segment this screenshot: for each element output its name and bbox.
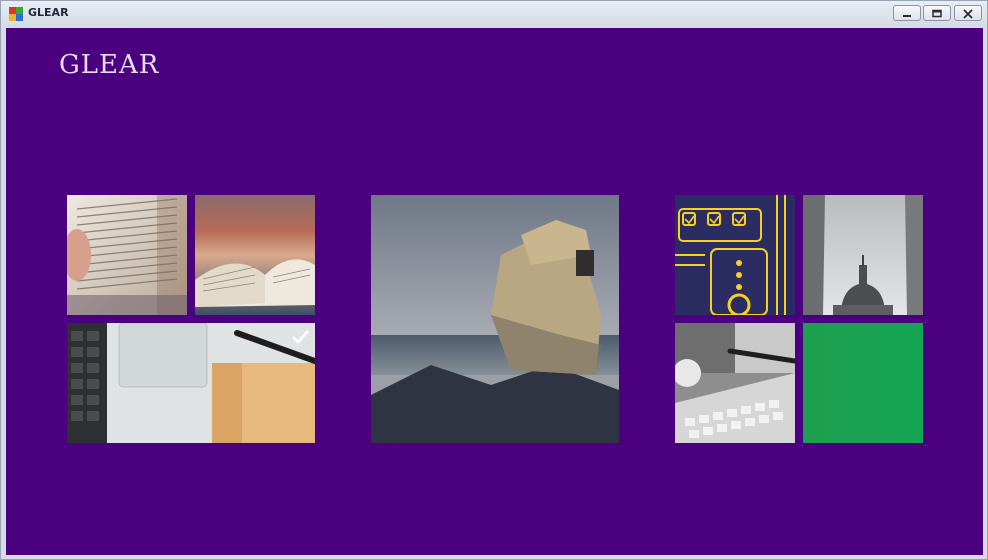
- tile-laptop-notebook[interactable]: [67, 323, 315, 443]
- main-panel: GLEAR: [6, 28, 983, 555]
- tile-ruined-tower-beach[interactable]: [371, 195, 619, 443]
- app-icon: [9, 7, 23, 21]
- open-book-closeup-image: [67, 195, 187, 315]
- tile-open-book-closeup[interactable]: [67, 195, 187, 315]
- close-icon: [963, 9, 973, 19]
- ruined-tower-beach-image: [371, 195, 619, 443]
- laptop-notebook-image: [67, 323, 315, 443]
- dome-skyline-image: [803, 195, 923, 315]
- window-title: GLEAR: [28, 6, 69, 19]
- tile-dome-skyline[interactable]: [803, 195, 923, 315]
- maximize-icon: [932, 9, 942, 18]
- close-button[interactable]: [954, 5, 982, 21]
- tile-open-book-table[interactable]: [195, 195, 315, 315]
- title-bar[interactable]: GLEAR: [1, 1, 987, 27]
- green-tile-fill: [803, 323, 923, 443]
- maximize-button[interactable]: [923, 5, 951, 21]
- security-illustration-image: [675, 195, 795, 315]
- keyboard-desk-image: [675, 323, 795, 443]
- tile-keyboard-desk[interactable]: [675, 323, 795, 443]
- minimize-button[interactable]: [893, 5, 921, 21]
- brand-title: GLEAR: [59, 50, 160, 80]
- tile-security-illustration[interactable]: [675, 195, 795, 315]
- tile-green[interactable]: [803, 323, 923, 443]
- app-window: GLEAR GLEAR: [0, 0, 988, 560]
- open-book-table-image: [195, 195, 315, 315]
- selected-check-icon: [292, 330, 309, 344]
- minimize-icon: [903, 15, 911, 17]
